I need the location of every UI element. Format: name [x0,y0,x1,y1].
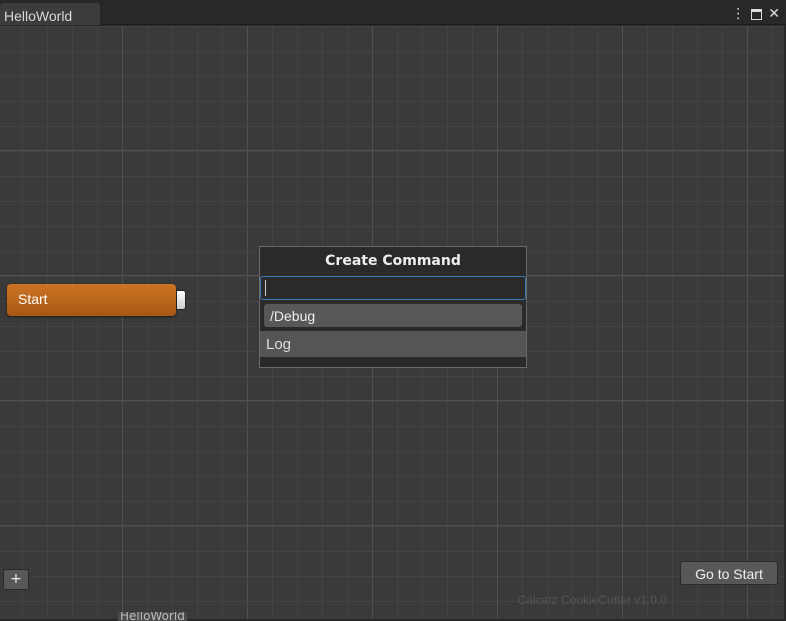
more-vertical-icon[interactable]: ⋮ [731,6,745,22]
maximize-icon[interactable] [751,8,763,20]
version-label: Calcatz CookieCutter v1.0.0 [517,593,667,607]
window-controls: ⋮ ✕ [731,6,780,22]
start-node-label: Start [18,291,48,307]
close-icon[interactable]: ✕ [768,6,780,22]
tab-helloworld[interactable]: HelloWorld [0,3,100,25]
window-tab-bar: HelloWorld ⋮ ✕ [0,0,786,25]
command-item-log[interactable]: Log [260,331,526,357]
start-node[interactable]: Start [7,284,176,316]
add-button[interactable]: + [3,569,29,590]
go-to-start-button[interactable]: Go to Start [680,561,778,585]
command-search-input[interactable] [260,276,526,300]
category-header-debug[interactable]: /Debug [264,304,522,327]
bottom-clipped-label: HelloWorld [118,612,187,621]
create-command-popup: Create Command /Debug Log [259,246,527,368]
text-caret [265,280,266,296]
popup-title: Create Command [325,253,461,269]
graph-canvas[interactable]: Start Create Command /Debug Log Calcatz … [0,26,784,619]
start-node-output-port[interactable] [176,290,186,310]
